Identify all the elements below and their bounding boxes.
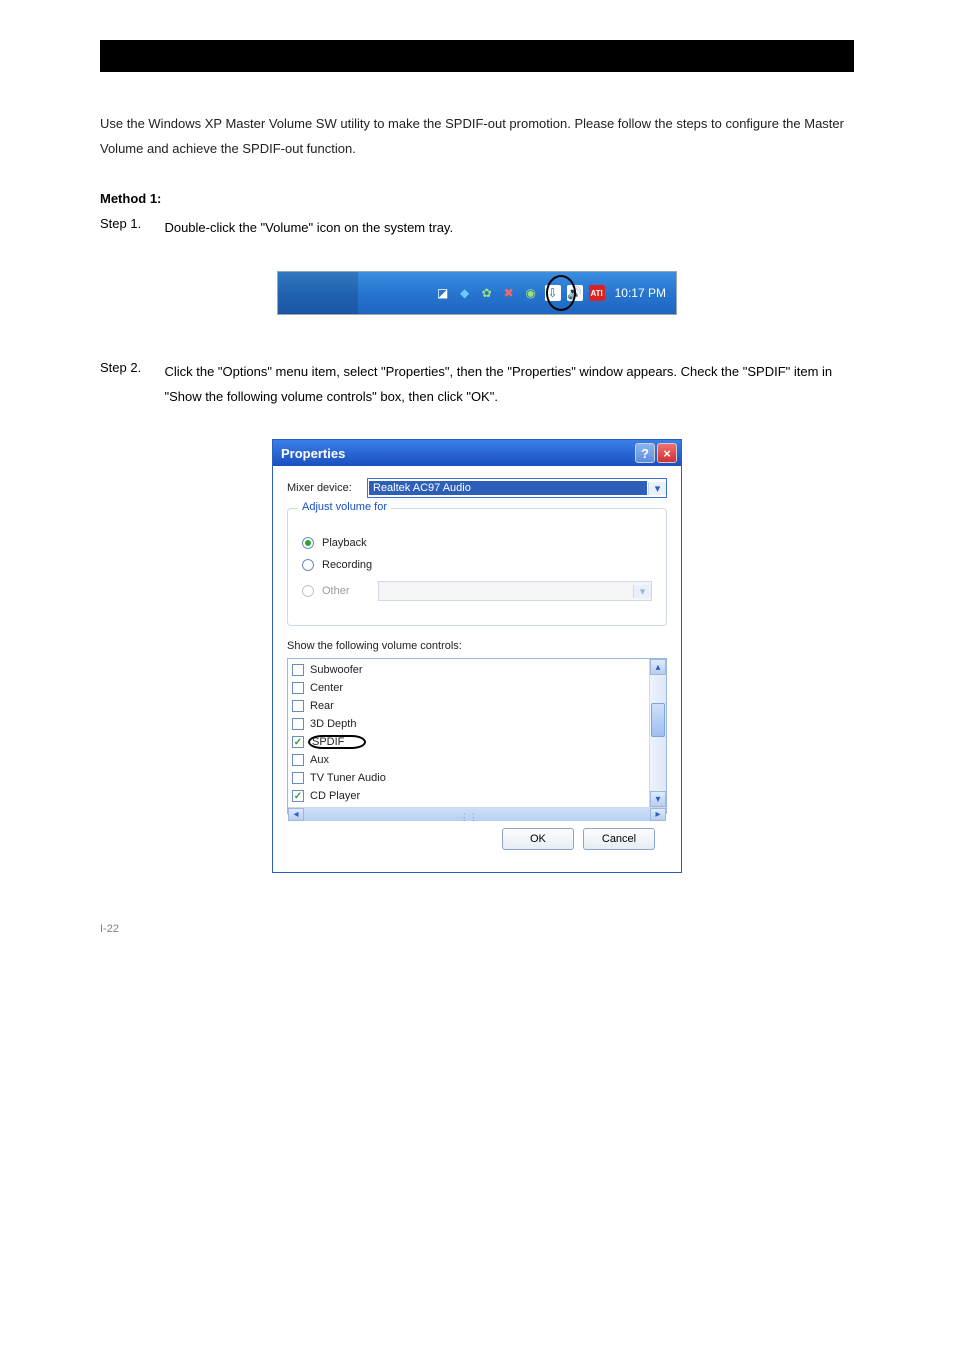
list-item[interactable]: Subwoofer xyxy=(292,661,645,679)
radio-other-label: Other xyxy=(322,585,350,597)
vscroll-track[interactable] xyxy=(650,675,666,791)
scroll-down-button[interactable]: ▾ xyxy=(650,791,666,807)
adjust-volume-groupbox: Adjust volume for Playback Recording Oth… xyxy=(287,508,667,626)
ok-button[interactable]: OK xyxy=(502,828,574,850)
mixer-device-dropdown[interactable]: Realtek AC97 Audio ▾ xyxy=(367,478,667,498)
vscroll-thumb[interactable] xyxy=(651,703,665,737)
radio-playback-label: Playback xyxy=(322,537,367,549)
list-item[interactable]: Aux xyxy=(292,751,645,769)
taskbar-figure: ◪ ◆ ✿ ✖ ◉ ⇩ 🔊 ATI 10:17 PM xyxy=(100,271,854,320)
tray-icon-4[interactable]: ✖ xyxy=(501,285,517,301)
dialog-titlebar: Properties ? × xyxy=(273,440,681,466)
list-item-label: CD Player xyxy=(310,790,360,802)
checkbox-cd-player[interactable]: ✓ xyxy=(292,790,304,802)
list-item[interactable]: TV Tuner Audio xyxy=(292,769,645,787)
black-header-bar xyxy=(100,40,854,72)
list-item-spdif[interactable]: ✓ SPDIF xyxy=(292,733,645,751)
volume-icon[interactable]: 🔊 xyxy=(567,285,583,301)
radio-recording[interactable]: Recording xyxy=(302,559,652,571)
list-item[interactable]: Rear xyxy=(292,697,645,715)
checkbox-spdif[interactable]: ✓ xyxy=(292,736,304,748)
mixer-device-value: Realtek AC97 Audio xyxy=(369,481,647,495)
mixer-device-label: Mixer device: xyxy=(287,482,367,494)
cancel-button[interactable]: Cancel xyxy=(583,828,655,850)
radio-recording-label: Recording xyxy=(322,559,372,571)
other-disabled-dropdown: ▾ xyxy=(378,581,652,601)
volume-controls-label: Show the following volume controls: xyxy=(287,640,667,652)
intro-paragraph: Use the Windows XP Master Volume SW util… xyxy=(100,112,854,161)
list-item-label: Center xyxy=(310,682,343,694)
radio-playback-control[interactable] xyxy=(302,537,314,549)
radio-playback[interactable]: Playback xyxy=(302,537,652,549)
properties-dialog-figure: Properties ? × Mixer device: Realtek AC9… xyxy=(100,439,854,873)
volume-controls-listbox: Subwoofer Center Rear xyxy=(287,658,667,814)
scroll-left-button[interactable]: ◂ xyxy=(288,808,304,821)
hscroll-thumb-grip-icon: ⋮⋮ xyxy=(460,812,468,820)
step-1-label: Step 1. xyxy=(100,216,160,231)
chevron-down-icon: ▾ xyxy=(648,482,666,495)
scroll-right-button[interactable]: ▸ xyxy=(650,808,666,821)
tray-icon-safely-remove[interactable]: ⇩ xyxy=(545,285,561,301)
checkbox-tv-tuner[interactable] xyxy=(292,772,304,784)
list-item[interactable]: 3D Depth xyxy=(292,715,645,733)
list-item-label: Subwoofer xyxy=(310,664,363,676)
vertical-scrollbar[interactable]: ▴ ▾ xyxy=(649,659,666,807)
horizontal-scrollbar[interactable]: ◂ ⋮⋮ ▸ xyxy=(288,807,666,821)
step-2-label: Step 2. xyxy=(100,360,160,375)
tray-icon-5[interactable]: ◉ xyxy=(523,285,539,301)
list-item[interactable]: ✓ CD Player xyxy=(292,787,645,805)
hscroll-track[interactable]: ⋮⋮ xyxy=(304,808,650,821)
list-item-label: TV Tuner Audio xyxy=(310,772,386,784)
taskbar-clock: 10:17 PM xyxy=(611,286,670,300)
checkbox-center[interactable] xyxy=(292,682,304,694)
step-2: Step 2. Click the "Options" menu item, s… xyxy=(100,360,854,409)
tray-icon-1[interactable]: ◪ xyxy=(435,285,451,301)
list-item-label: 3D Depth xyxy=(310,718,356,730)
list-item-label: SPDIF xyxy=(312,736,344,748)
list-item[interactable]: Center xyxy=(292,679,645,697)
checkbox-rear[interactable] xyxy=(292,700,304,712)
titlebar-help-button[interactable]: ? xyxy=(635,443,655,463)
adjust-volume-title: Adjust volume for xyxy=(298,501,391,513)
chevron-down-icon: ▾ xyxy=(633,585,651,598)
titlebar-close-button[interactable]: × xyxy=(657,443,677,463)
windows-taskbar: ◪ ◆ ✿ ✖ ◉ ⇩ 🔊 ATI 10:17 PM xyxy=(277,271,677,315)
dialog-title: Properties xyxy=(281,446,633,461)
properties-dialog: Properties ? × Mixer device: Realtek AC9… xyxy=(272,439,682,873)
checkbox-3d-depth[interactable] xyxy=(292,718,304,730)
ati-icon[interactable]: ATI xyxy=(589,285,605,301)
scroll-up-button[interactable]: ▴ xyxy=(650,659,666,675)
radio-recording-control[interactable] xyxy=(302,559,314,571)
list-item-label: Rear xyxy=(310,700,334,712)
tray-icon-2[interactable]: ◆ xyxy=(457,285,473,301)
taskbar-left-segment xyxy=(278,272,358,314)
system-tray: ◪ ◆ ✿ ✖ ◉ ⇩ 🔊 ATI 10:17 PM xyxy=(435,272,670,314)
tray-icon-3[interactable]: ✿ xyxy=(479,285,495,301)
method-title: Method 1: xyxy=(100,191,854,206)
step-1-text: Double-click the "Volume" icon on the sy… xyxy=(164,216,848,241)
radio-other-control xyxy=(302,585,314,597)
list-item-label: Aux xyxy=(310,754,329,766)
step-2-text: Click the "Options" menu item, select "P… xyxy=(164,360,848,409)
radio-other: Other ▾ xyxy=(302,581,652,601)
step-1: Step 1. Double-click the "Volume" icon o… xyxy=(100,216,854,241)
page-number: I-22 xyxy=(100,923,854,935)
annotation-circle-spdif: SPDIF xyxy=(308,735,366,749)
checkbox-subwoofer[interactable] xyxy=(292,664,304,676)
checkbox-aux[interactable] xyxy=(292,754,304,766)
